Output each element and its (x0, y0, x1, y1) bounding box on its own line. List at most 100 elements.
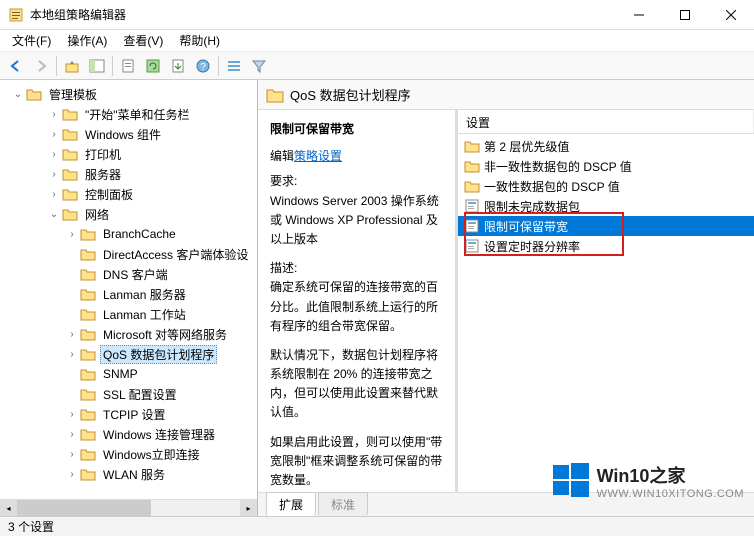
tree-item[interactable]: ›Windows 组件 (0, 124, 257, 144)
expand-icon[interactable]: › (48, 168, 60, 180)
help-button[interactable]: ? (191, 54, 215, 78)
expand-icon[interactable]: › (66, 448, 78, 460)
folder-icon (80, 266, 96, 282)
tree-label: DNS 客户端 (100, 265, 171, 284)
tree-item[interactable]: SNMP (0, 364, 257, 384)
folder-icon (80, 426, 96, 442)
expand-icon[interactable] (66, 388, 78, 400)
tree-scrollbar[interactable]: ◂ ▸ (0, 499, 257, 516)
expand-icon[interactable]: › (48, 148, 60, 160)
list-item[interactable]: 第 2 层优先级值 (458, 136, 754, 156)
expand-icon[interactable]: › (66, 328, 78, 340)
tree-item[interactable]: › QoS 数据包计划程序 (0, 344, 257, 364)
expand-icon[interactable] (66, 288, 78, 300)
list-item[interactable]: 一致性数据包的 DSCP 值 (458, 176, 754, 196)
expand-icon[interactable]: › (66, 468, 78, 480)
menu-help[interactable]: 帮助(H) (171, 30, 228, 51)
export-button[interactable] (166, 54, 190, 78)
tree-label: BranchCache (100, 226, 179, 242)
scroll-left-button[interactable]: ◂ (0, 500, 17, 516)
tree-item[interactable]: › WLAN 服务 (0, 464, 257, 484)
edit-prefix: 编辑 (270, 149, 294, 163)
expand-icon[interactable]: › (66, 348, 78, 360)
description-para2: 默认情况下，数据包计划程序将系统限制在 20% 的连接带宽之内，但可以使用此设置… (270, 346, 443, 423)
details-view-button[interactable] (222, 54, 246, 78)
expand-icon[interactable] (66, 368, 78, 380)
up-button[interactable] (60, 54, 84, 78)
tree-item[interactable]: › BranchCache (0, 224, 257, 244)
maximize-button[interactable] (662, 0, 708, 30)
expand-icon[interactable]: › (66, 408, 78, 420)
tree-label: SSL 配置设置 (100, 385, 180, 404)
tree-item[interactable]: ›服务器 (0, 164, 257, 184)
expand-icon[interactable] (66, 268, 78, 280)
back-button[interactable] (4, 54, 28, 78)
folder-icon (80, 286, 96, 302)
folder-icon (80, 246, 96, 262)
tree-item[interactable]: DNS 客户端 (0, 264, 257, 284)
tree-item[interactable]: DirectAccess 客户端体验设 (0, 244, 257, 264)
description-panel: 限制可保留带宽 编辑策略设置 要求: Windows Server 2003 操… (258, 110, 458, 492)
tree-item[interactable]: ›Windows立即连接 (0, 444, 257, 464)
folder-icon (80, 306, 96, 322)
tree-item[interactable]: ›"开始"菜单和任务栏 (0, 104, 257, 124)
folder-icon (80, 366, 96, 382)
list-header: 设置 (458, 110, 754, 134)
refresh-button[interactable] (141, 54, 165, 78)
content-pane: QoS 数据包计划程序 限制可保留带宽 编辑策略设置 要求: Windows S… (258, 80, 754, 516)
expand-icon[interactable] (66, 308, 78, 320)
menu-file[interactable]: 文件(F) (4, 30, 59, 51)
tree-pane[interactable]: ⌄ 管理模板 ›"开始"菜单和任务栏›Windows 组件›打印机›服务器›控制… (0, 80, 258, 516)
tree-item[interactable]: ›打印机 (0, 144, 257, 164)
tab-extended[interactable]: 扩展 (266, 492, 316, 516)
tree-label: Windows 连接管理器 (100, 425, 218, 444)
view-tabs: 扩展 标准 (258, 492, 754, 516)
tree-item[interactable]: Lanman 工作站 (0, 304, 257, 324)
expand-icon[interactable]: › (66, 228, 78, 240)
scroll-right-button[interactable]: ▸ (240, 500, 257, 516)
tree-item[interactable]: › Windows 连接管理器 (0, 424, 257, 444)
setting-icon (464, 198, 480, 214)
collapse-icon[interactable]: ⌄ (12, 88, 24, 100)
expand-icon[interactable]: ⌄ (48, 208, 60, 220)
expand-icon[interactable]: › (48, 128, 60, 140)
show-tree-button[interactable] (85, 54, 109, 78)
tree-item[interactable]: ⌄网络 (0, 204, 257, 224)
expand-icon[interactable]: › (48, 108, 60, 120)
edit-policy-link[interactable]: 策略设置 (294, 149, 342, 163)
list-item[interactable]: 限制未完成数据包 (458, 196, 754, 216)
list-item[interactable]: 设置定时器分辨率 (458, 236, 754, 256)
requirements-text: Windows Server 2003 操作系统或 Windows XP Pro… (270, 192, 443, 250)
expand-icon[interactable]: › (66, 428, 78, 440)
tree-label: QoS 数据包计划程序 (100, 345, 217, 364)
filter-button[interactable] (247, 54, 271, 78)
list-item-label: 限制未完成数据包 (484, 198, 580, 215)
properties-button[interactable] (116, 54, 140, 78)
column-header-setting[interactable]: 设置 (458, 110, 754, 133)
toolbar-separator (56, 56, 57, 76)
expand-icon[interactable] (66, 248, 78, 260)
close-button[interactable] (708, 0, 754, 30)
list-item[interactable]: 限制可保留带宽 (458, 216, 754, 236)
tree-item[interactable]: SSL 配置设置 (0, 384, 257, 404)
window-controls (616, 0, 754, 30)
menu-action[interactable]: 操作(A) (59, 30, 115, 51)
tree-item[interactable]: ›Microsoft 对等网络服务 (0, 324, 257, 344)
expand-icon[interactable]: › (48, 188, 60, 200)
tree-root[interactable]: ⌄ 管理模板 (0, 84, 257, 104)
tree-label: TCPIP 设置 (100, 405, 168, 424)
folder-icon (464, 158, 480, 174)
list-item[interactable]: 非一致性数据包的 DSCP 值 (458, 156, 754, 176)
minimize-button[interactable] (616, 0, 662, 30)
forward-button[interactable] (29, 54, 53, 78)
tab-standard[interactable]: 标准 (318, 492, 368, 516)
tree-item[interactable]: Lanman 服务器 (0, 284, 257, 304)
list-body[interactable]: 第 2 层优先级值非一致性数据包的 DSCP 值一致性数据包的 DSCP 值限制… (458, 134, 754, 258)
tree-label: WLAN 服务 (100, 465, 168, 484)
svg-text:?: ? (200, 62, 206, 73)
toolbar-separator (112, 56, 113, 76)
menu-view[interactable]: 查看(V) (115, 30, 171, 51)
tree-item[interactable]: ›控制面板 (0, 184, 257, 204)
tree-item[interactable]: › TCPIP 设置 (0, 404, 257, 424)
content-header: QoS 数据包计划程序 (258, 80, 754, 110)
